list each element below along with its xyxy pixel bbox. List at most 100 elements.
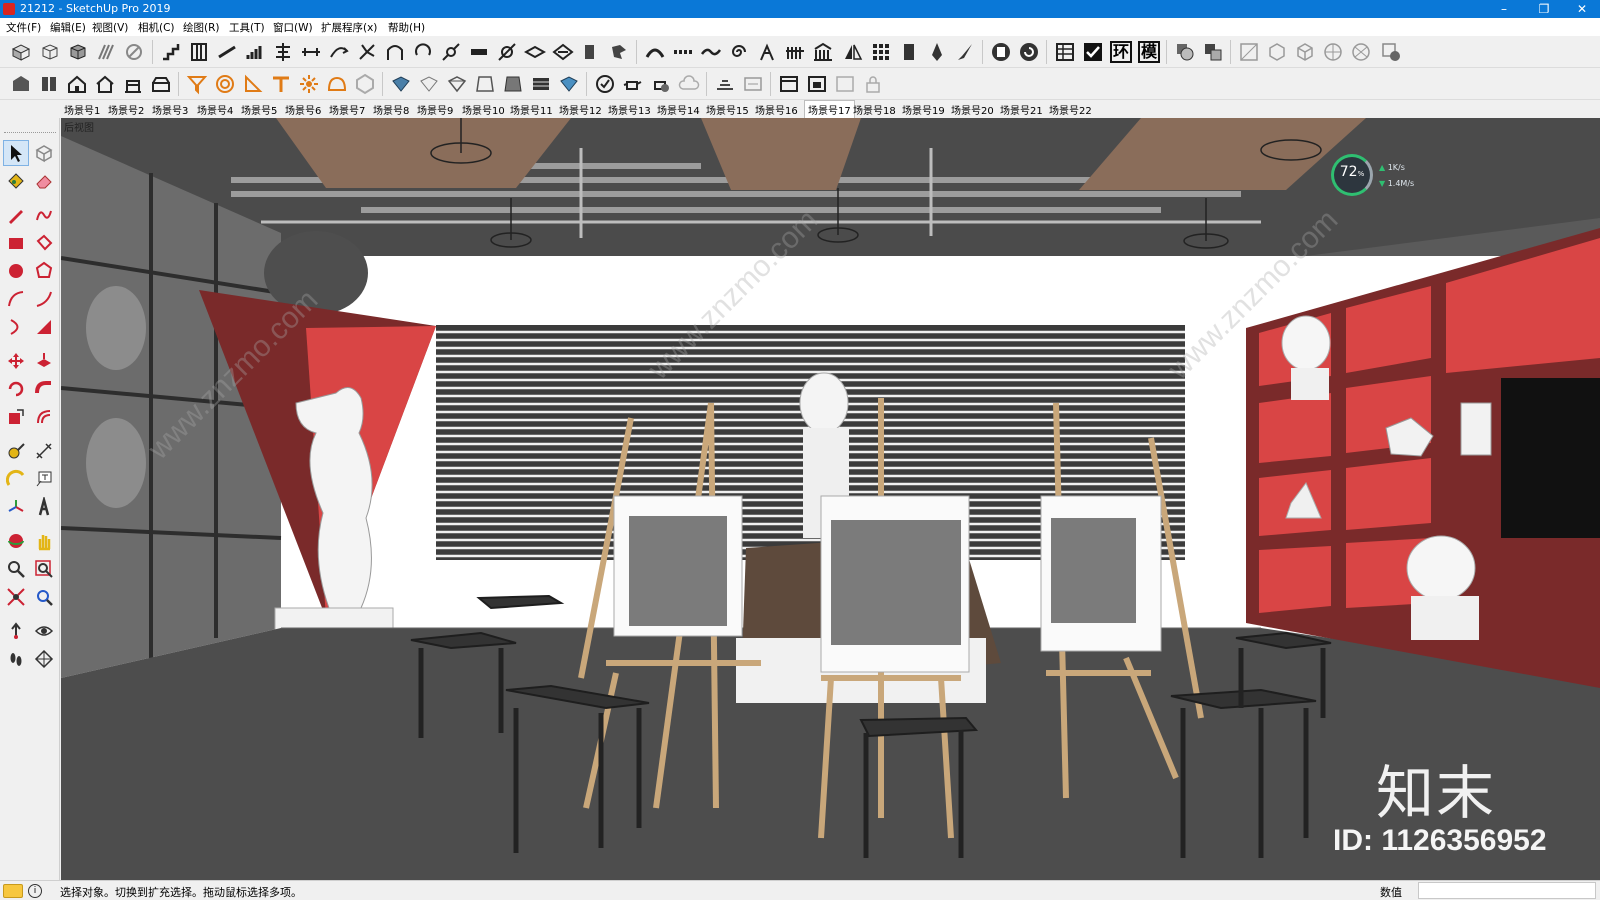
rotate-icon[interactable] bbox=[3, 376, 29, 402]
tee-orange-icon[interactable] bbox=[268, 71, 294, 97]
bar-graph-icon[interactable] bbox=[242, 39, 268, 65]
circle-icon[interactable] bbox=[3, 258, 29, 284]
model-viewport[interactable]: 后视图 www.znzmo.com www.znzmo.com www.znzm… bbox=[61, 118, 1600, 880]
shade-white-icon[interactable] bbox=[416, 71, 442, 97]
shaded-texture-icon[interactable] bbox=[528, 71, 554, 97]
stair-icon[interactable] bbox=[158, 39, 184, 65]
lock-icon[interactable] bbox=[860, 71, 886, 97]
node-icon[interactable] bbox=[494, 39, 520, 65]
view-right-icon[interactable] bbox=[1320, 39, 1346, 65]
scene-tab-13[interactable]: 场景号13 bbox=[608, 102, 651, 117]
box-icon[interactable] bbox=[37, 39, 63, 65]
scale-icon[interactable] bbox=[3, 404, 29, 430]
slab-icon[interactable] bbox=[466, 39, 492, 65]
check-circle-icon[interactable] bbox=[592, 71, 618, 97]
puzzle-icon[interactable] bbox=[606, 39, 632, 65]
funnel-orange-icon[interactable] bbox=[184, 71, 210, 97]
line-pencil-icon[interactable] bbox=[3, 202, 29, 228]
building-icon[interactable] bbox=[810, 39, 836, 65]
position-camera-icon[interactable] bbox=[3, 618, 29, 644]
orbit-icon[interactable] bbox=[3, 528, 29, 554]
axes-icon[interactable] bbox=[3, 494, 29, 520]
scene-tab-20[interactable]: 场景号20 bbox=[951, 102, 994, 117]
restore-button[interactable]: ❐ bbox=[1526, 0, 1562, 18]
view-left-icon[interactable] bbox=[1348, 39, 1374, 65]
columns-icon[interactable] bbox=[186, 39, 212, 65]
scene-tab-21[interactable]: 场景号21 bbox=[1000, 102, 1043, 117]
protractor-icon[interactable] bbox=[3, 466, 29, 492]
checkbox-icon[interactable] bbox=[1080, 39, 1106, 65]
arch-icon[interactable] bbox=[382, 39, 408, 65]
scene-tab-9[interactable]: 场景号9 bbox=[417, 102, 453, 117]
scene-tab-18[interactable]: 场景号18 bbox=[853, 102, 896, 117]
paint-bucket-icon[interactable] bbox=[3, 168, 29, 194]
view-iso-icon[interactable] bbox=[1236, 39, 1262, 65]
menu-help[interactable]: 帮助(H) bbox=[388, 20, 425, 35]
pie-icon[interactable] bbox=[31, 314, 57, 340]
terrain-icon[interactable] bbox=[712, 71, 738, 97]
3d-text-icon[interactable] bbox=[31, 494, 57, 520]
home-outline-icon[interactable] bbox=[92, 71, 118, 97]
view-front-icon[interactable] bbox=[1292, 39, 1318, 65]
vegetation-icon[interactable] bbox=[754, 39, 780, 65]
menu-edit[interactable]: 编辑(E) bbox=[50, 20, 86, 35]
text-tool-icon[interactable] bbox=[31, 466, 57, 492]
scene-tab-11[interactable]: 场景号11 bbox=[510, 102, 553, 117]
curve-arrow-icon[interactable] bbox=[326, 39, 352, 65]
window-frame-3-icon[interactable] bbox=[832, 71, 858, 97]
teapot-hand-icon[interactable] bbox=[648, 71, 674, 97]
scene-tab-10[interactable]: 场景号10 bbox=[462, 102, 505, 117]
zoom-icon[interactable] bbox=[3, 556, 29, 582]
measurements-input[interactable] bbox=[1418, 882, 1596, 899]
mirror-icon[interactable] bbox=[840, 39, 866, 65]
polygon-icon[interactable] bbox=[31, 258, 57, 284]
sunburst-orange-icon[interactable] bbox=[296, 71, 322, 97]
flag-icon[interactable] bbox=[578, 39, 604, 65]
menu-file[interactable]: 文件(F) bbox=[6, 20, 41, 35]
circle-orange-icon[interactable] bbox=[212, 71, 238, 97]
refresh-icon[interactable] bbox=[1016, 39, 1042, 65]
rotate-curve-icon[interactable] bbox=[410, 39, 436, 65]
model-text-icon[interactable]: 模 bbox=[1136, 39, 1162, 65]
hatched-icon[interactable] bbox=[93, 39, 119, 65]
look-around-eye-icon[interactable] bbox=[31, 618, 57, 644]
view-top-icon[interactable] bbox=[1264, 39, 1290, 65]
pen-nib-icon[interactable] bbox=[924, 39, 950, 65]
scene-tab-12[interactable]: 场景号12 bbox=[559, 102, 602, 117]
wireframe-icon[interactable] bbox=[472, 71, 498, 97]
rectangle-icon[interactable] bbox=[3, 230, 29, 256]
scene-tab-4[interactable]: 场景号4 bbox=[197, 102, 233, 117]
hexagon-gray-icon[interactable] bbox=[352, 71, 378, 97]
previous-view-icon[interactable] bbox=[31, 584, 57, 610]
brush-icon[interactable] bbox=[952, 39, 978, 65]
make-component-icon[interactable] bbox=[31, 140, 57, 166]
dome-orange-icon[interactable] bbox=[324, 71, 350, 97]
env-text-icon[interactable]: 环 bbox=[1108, 39, 1134, 65]
panel-icon[interactable] bbox=[896, 39, 922, 65]
scene-tab-14[interactable]: 场景号14 bbox=[657, 102, 700, 117]
minimize-button[interactable]: – bbox=[1486, 0, 1522, 18]
scene-tab-15[interactable]: 场景号15 bbox=[706, 102, 749, 117]
scene-tab-2[interactable]: 场景号2 bbox=[108, 102, 144, 117]
menu-draw[interactable]: 绘图(R) bbox=[183, 20, 220, 35]
eraser-shape-icon[interactable] bbox=[121, 39, 147, 65]
stamp-icon[interactable] bbox=[740, 71, 766, 97]
section-plane-icon[interactable] bbox=[31, 646, 57, 672]
model-info-icon[interactable] bbox=[988, 39, 1014, 65]
scene-tab-3[interactable]: 场景号3 bbox=[152, 102, 188, 117]
sketchup-app-icon[interactable] bbox=[3, 3, 15, 15]
menu-camera[interactable]: 相机(C) bbox=[138, 20, 175, 35]
scene-tab-6[interactable]: 场景号6 bbox=[285, 102, 321, 117]
scene-tab-16[interactable]: 场景号16 bbox=[755, 102, 798, 117]
scene-tab-19[interactable]: 场景号19 bbox=[902, 102, 945, 117]
spiral-icon[interactable] bbox=[726, 39, 752, 65]
menu-view[interactable]: 视图(V) bbox=[92, 20, 128, 35]
walk-footprints-icon[interactable] bbox=[3, 646, 29, 672]
diamond-grid-icon[interactable] bbox=[550, 39, 576, 65]
hidden-line-icon[interactable] bbox=[500, 71, 526, 97]
follow-me-icon[interactable] bbox=[31, 376, 57, 402]
info-icon[interactable]: i bbox=[28, 884, 42, 898]
three-point-arc-icon[interactable] bbox=[3, 314, 29, 340]
spread-icon[interactable] bbox=[298, 39, 324, 65]
close-button[interactable]: ✕ bbox=[1564, 0, 1600, 18]
